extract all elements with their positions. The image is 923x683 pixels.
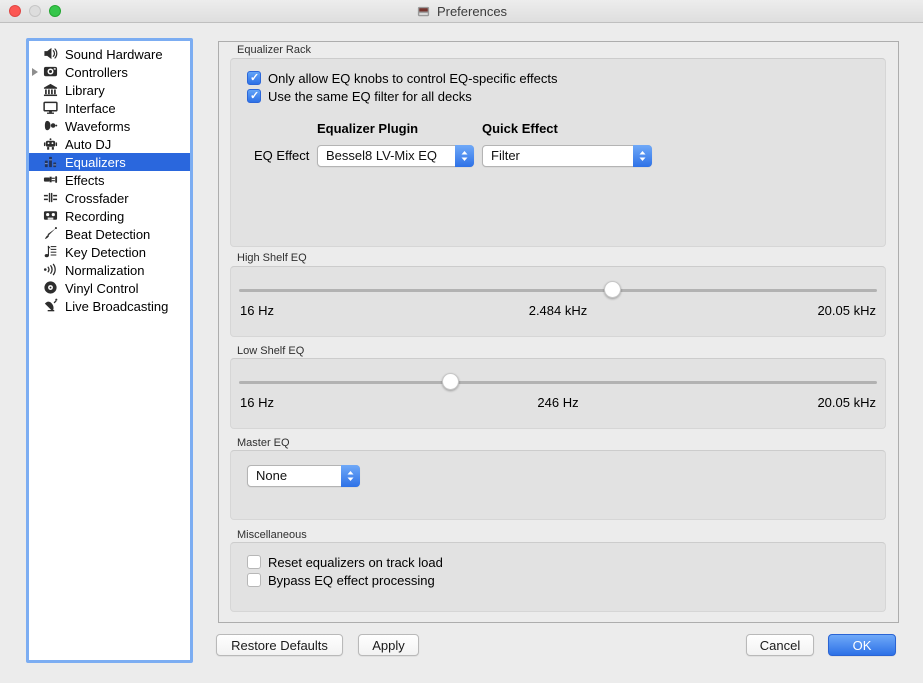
preferences-window: Preferences Sound Hardware Controllers L…: [0, 0, 923, 683]
checkbox-label: Bypass EQ effect processing: [268, 573, 435, 588]
checkbox-row-eq-knobs: Only allow EQ knobs to control EQ-specif…: [247, 70, 558, 86]
library-icon: [43, 82, 58, 97]
window-title-area: Preferences: [0, 0, 923, 22]
group-box-master-eq: None: [230, 450, 886, 520]
sidebar-item-equalizers[interactable]: Equalizers: [29, 153, 190, 171]
checkbox-reset-equalizers[interactable]: [247, 555, 261, 569]
plug-icon: [43, 172, 58, 187]
satellite-icon: [43, 298, 58, 313]
apply-button[interactable]: Apply: [358, 634, 419, 656]
group-title-miscellaneous: Miscellaneous: [237, 529, 307, 541]
slider-max-label: 20.05 kHz: [817, 395, 876, 410]
checkbox-label: Use the same EQ filter for all decks: [268, 89, 472, 104]
quick-effect-dropdown[interactable]: Filter: [482, 145, 652, 167]
preferences-pane-equalizers: Equalizer Rack Only allow EQ knobs to co…: [218, 41, 899, 623]
slider-value-label: 2.484 kHz: [239, 303, 877, 318]
cancel-button[interactable]: Cancel: [746, 634, 814, 656]
checkbox-bypass-eq[interactable]: [247, 573, 261, 587]
sidebar-item-vinyl-control[interactable]: Vinyl Control: [29, 279, 190, 297]
sidebar-item-auto-dj[interactable]: Auto DJ: [29, 135, 190, 153]
slider-scale-labels: 16 Hz 246 Hz 20.05 kHz: [239, 395, 877, 411]
group-box-miscellaneous: Reset equalizers on track load Bypass EQ…: [230, 542, 886, 612]
equalizer-icon: [43, 154, 58, 169]
sidebar-item-beat-detection[interactable]: Beat Detection: [29, 225, 190, 243]
group-title-master-eq: Master EQ: [237, 437, 290, 449]
chevron-up-down-icon: [455, 145, 474, 167]
slider-thumb[interactable]: [442, 373, 459, 390]
sidebar-item-controllers[interactable]: Controllers: [29, 63, 190, 81]
sidebar-item-recording[interactable]: Recording: [29, 207, 190, 225]
group-title-high-shelf-eq: High Shelf EQ: [237, 252, 307, 264]
controller-icon: [43, 64, 58, 79]
waveform-icon: [43, 118, 58, 133]
sidebar-item-interface[interactable]: Interface: [29, 99, 190, 117]
chevron-up-down-icon: [341, 465, 360, 487]
titlebar: Preferences: [0, 0, 923, 23]
checkbox-same-eq-filter[interactable]: [247, 89, 261, 103]
checkbox-row-reset-equalizers: Reset equalizers on track load: [247, 554, 443, 570]
checkbox-label: Reset equalizers on track load: [268, 555, 443, 570]
vinyl-icon: [43, 280, 58, 295]
checkbox-only-eq-knobs[interactable]: [247, 71, 261, 85]
high-shelf-slider[interactable]: [239, 281, 877, 299]
slider-scale-labels: 16 Hz 2.484 kHz 20.05 kHz: [239, 303, 877, 319]
speaker-icon: [43, 46, 58, 61]
column-header-quick-effect: Quick Effect: [482, 121, 558, 136]
crossfader-icon: [43, 190, 58, 205]
slider-track[interactable]: [239, 381, 877, 384]
group-title-low-shelf-eq: Low Shelf EQ: [237, 345, 304, 357]
dropdown-value: Filter: [491, 146, 520, 166]
checkbox-label: Only allow EQ knobs to control EQ-specif…: [268, 71, 558, 86]
group-title-equalizer-rack: Equalizer Rack: [237, 44, 311, 56]
column-header-equalizer-plugin: Equalizer Plugin: [317, 121, 418, 136]
cassette-icon: [43, 208, 58, 223]
sidebar-item-key-detection[interactable]: Key Detection: [29, 243, 190, 261]
window-title: Preferences: [437, 4, 507, 19]
dropdown-value: Bessel8 LV-Mix EQ: [326, 146, 437, 166]
music-note-icon: [43, 244, 58, 259]
restore-defaults-button[interactable]: Restore Defaults: [216, 634, 343, 656]
tool-icon: [43, 226, 58, 241]
sidebar-item-normalization[interactable]: Normalization: [29, 261, 190, 279]
eq-effect-row-label: EQ Effect: [254, 148, 309, 163]
sidebar-item-waveforms[interactable]: Waveforms: [29, 117, 190, 135]
monitor-icon: [43, 100, 58, 115]
group-box-equalizer-rack: Only allow EQ knobs to control EQ-specif…: [230, 58, 886, 247]
chevron-up-down-icon: [633, 145, 652, 167]
dropdown-value: None: [256, 466, 287, 486]
checkbox-row-bypass-eq: Bypass EQ effect processing: [247, 572, 435, 588]
sound-waves-icon: [43, 262, 58, 277]
sidebar-item-sound-hardware[interactable]: Sound Hardware: [29, 45, 190, 63]
sidebar-item-effects[interactable]: Effects: [29, 171, 190, 189]
preferences-sidebar: Sound Hardware Controllers Library Inter…: [26, 38, 193, 663]
equalizer-plugin-dropdown[interactable]: Bessel8 LV-Mix EQ: [317, 145, 474, 167]
checkbox-row-same-eq-filter: Use the same EQ filter for all decks: [247, 88, 472, 104]
sidebar-item-live-broadcasting[interactable]: Live Broadcasting: [29, 297, 190, 315]
app-icon: [416, 4, 431, 19]
slider-max-label: 20.05 kHz: [817, 303, 876, 318]
sidebar-item-crossfader[interactable]: Crossfader: [29, 189, 190, 207]
sidebar-item-library[interactable]: Library: [29, 81, 190, 99]
low-shelf-slider[interactable]: [239, 373, 877, 391]
ok-button[interactable]: OK: [828, 634, 896, 656]
slider-value-label: 246 Hz: [239, 395, 877, 410]
robot-icon: [43, 136, 58, 151]
group-box-high-shelf-eq: 16 Hz 2.484 kHz 20.05 kHz: [230, 266, 886, 337]
disclosure-triangle-icon[interactable]: [32, 68, 38, 76]
master-eq-dropdown[interactable]: None: [247, 465, 360, 487]
group-box-low-shelf-eq: 16 Hz 246 Hz 20.05 kHz: [230, 358, 886, 429]
slider-thumb[interactable]: [604, 281, 621, 298]
slider-track[interactable]: [239, 289, 877, 292]
